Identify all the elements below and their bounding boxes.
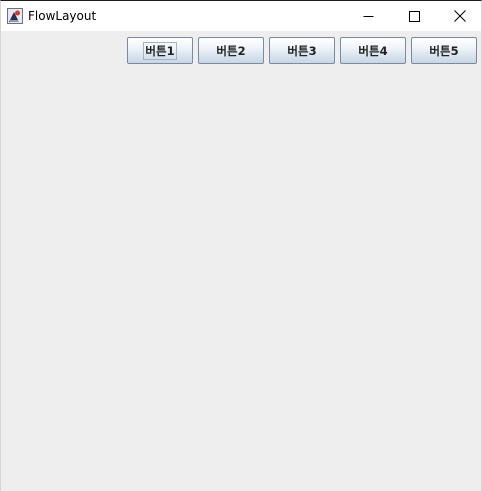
close-button[interactable] [437,1,482,31]
content-pane: 버튼1 버튼2 버튼3 버튼4 버튼5 [1,31,481,491]
button-2[interactable]: 버튼2 [198,37,264,64]
title-bar[interactable]: FlowLayout [1,1,481,31]
close-icon [454,10,466,22]
window-title: FlowLayout [28,9,97,23]
button-1[interactable]: 버튼1 [127,37,193,64]
java-duke-icon [7,8,23,24]
button-5-label: 버튼5 [429,43,459,58]
app-window: FlowLayout 버튼1 버튼2 버튼3 버튼4 버튼5 [0,0,482,491]
minimize-button[interactable] [345,1,391,31]
button-3[interactable]: 버튼3 [269,37,335,64]
maximize-button[interactable] [391,1,437,31]
minimize-icon [363,11,374,22]
maximize-icon [408,10,420,22]
button-5[interactable]: 버튼5 [411,37,477,64]
button-2-label: 버튼2 [216,43,246,58]
button-4-label: 버튼4 [358,43,388,58]
button-1-label: 버튼1 [143,41,177,60]
button-3-label: 버튼3 [287,43,317,58]
button-4[interactable]: 버튼4 [340,37,406,64]
